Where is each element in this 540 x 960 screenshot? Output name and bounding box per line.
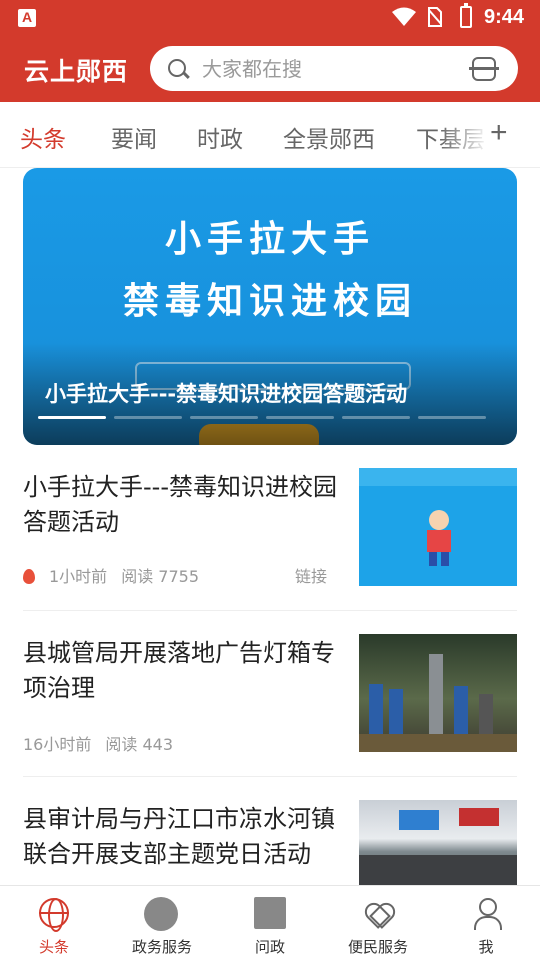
status-time: 9:44 [484, 6, 525, 28]
carousel-dot [114, 416, 182, 419]
tab-news[interactable]: 要闻 [111, 120, 157, 154]
news-item[interactable]: 县城管局开展落地广告灯箱专项治理 16小时前 阅读 443 [23, 634, 517, 777]
carousel-dot [266, 416, 334, 419]
nav-headlines[interactable]: 头条 [0, 886, 108, 960]
nav-label: 政务服务 [131, 938, 192, 956]
news-thumbnail [359, 800, 517, 886]
news-meta: 1小时前 阅读 7755 [23, 563, 213, 587]
app-title: 云上郧西 [24, 57, 129, 86]
bottom-navigation: 头条 政务服务 问政 便民服务 我 [0, 885, 540, 960]
nav-gov-service[interactable]: 政务服务 [108, 886, 216, 960]
nav-label: 我 [478, 938, 494, 956]
news-reads: 阅读 7755 [121, 567, 199, 586]
inquiry-icon [254, 897, 286, 929]
banner-caption: 小手拉大手---禁毒知识进校园答题活动 [45, 382, 408, 406]
carousel-dot [418, 416, 486, 419]
gov-service-icon [144, 897, 178, 931]
wifi-icon [392, 7, 416, 26]
category-tabs: 头条 要闻 时政 全景郧西 下基层 + [0, 102, 540, 168]
app-header: 9:44 云上郧西 [0, 0, 540, 102]
news-source: 链接 [295, 567, 328, 586]
heart-icon [363, 898, 393, 928]
add-channel-icon[interactable]: + [490, 116, 508, 150]
news-thumbnail [359, 468, 517, 586]
news-item[interactable]: 县审计局与丹江口市凉水河镇联合开展支部主题党日活动 [23, 800, 517, 886]
nav-label: 便民服务 [347, 938, 408, 956]
nav-label: 头条 [38, 938, 69, 956]
news-meta: 16小时前 阅读 443 [23, 731, 187, 755]
news-title: 县城管局开展落地广告灯箱专项治理 [23, 639, 335, 702]
hot-fire-icon [23, 569, 35, 584]
banner-image-text: 小手拉大手 [164, 219, 375, 260]
nav-label: 问政 [254, 938, 285, 956]
banner-carousel[interactable]: 小手拉大手 禁毒知识进校园 小手拉大手---禁毒知识进校园答题活动 [23, 168, 517, 445]
search-icon [168, 59, 186, 77]
banner-image-text: 禁毒知识进校园 [122, 281, 417, 322]
news-time: 1小时前 [49, 567, 108, 586]
nav-convenience[interactable]: 便民服务 [324, 886, 432, 960]
status-bar: 9:44 [0, 0, 540, 36]
nav-me[interactable]: 我 [432, 886, 540, 960]
search-input[interactable] [202, 54, 452, 83]
carousel-dot [38, 416, 106, 419]
no-sim-icon [428, 7, 442, 27]
news-title: 县审计局与丹江口市凉水河镇联合开展支部主题党日活动 [23, 805, 335, 868]
tab-headlines[interactable]: 头条 [20, 120, 66, 154]
news-time: 16小时前 [23, 735, 92, 754]
news-reads: 阅读 443 [105, 735, 174, 754]
nav-inquiry[interactable]: 问政 [216, 886, 324, 960]
news-item[interactable]: 小手拉大手---禁毒知识进校园答题活动 1小时前 阅读 7755 链接 [23, 468, 517, 611]
news-thumbnail [359, 634, 517, 752]
carousel-dot [190, 416, 258, 419]
scan-icon[interactable] [469, 57, 499, 81]
tab-politics[interactable]: 时政 [197, 120, 243, 154]
news-title: 小手拉大手---禁毒知识进校园答题活动 [23, 473, 337, 536]
battery-charging-icon [460, 3, 472, 28]
search-bar[interactable] [150, 46, 518, 91]
globe-icon [39, 898, 69, 932]
app-notification-icon [18, 9, 36, 27]
tab-panorama[interactable]: 全景郧西 [283, 120, 375, 154]
user-icon [471, 898, 502, 930]
carousel-dot [342, 416, 410, 419]
